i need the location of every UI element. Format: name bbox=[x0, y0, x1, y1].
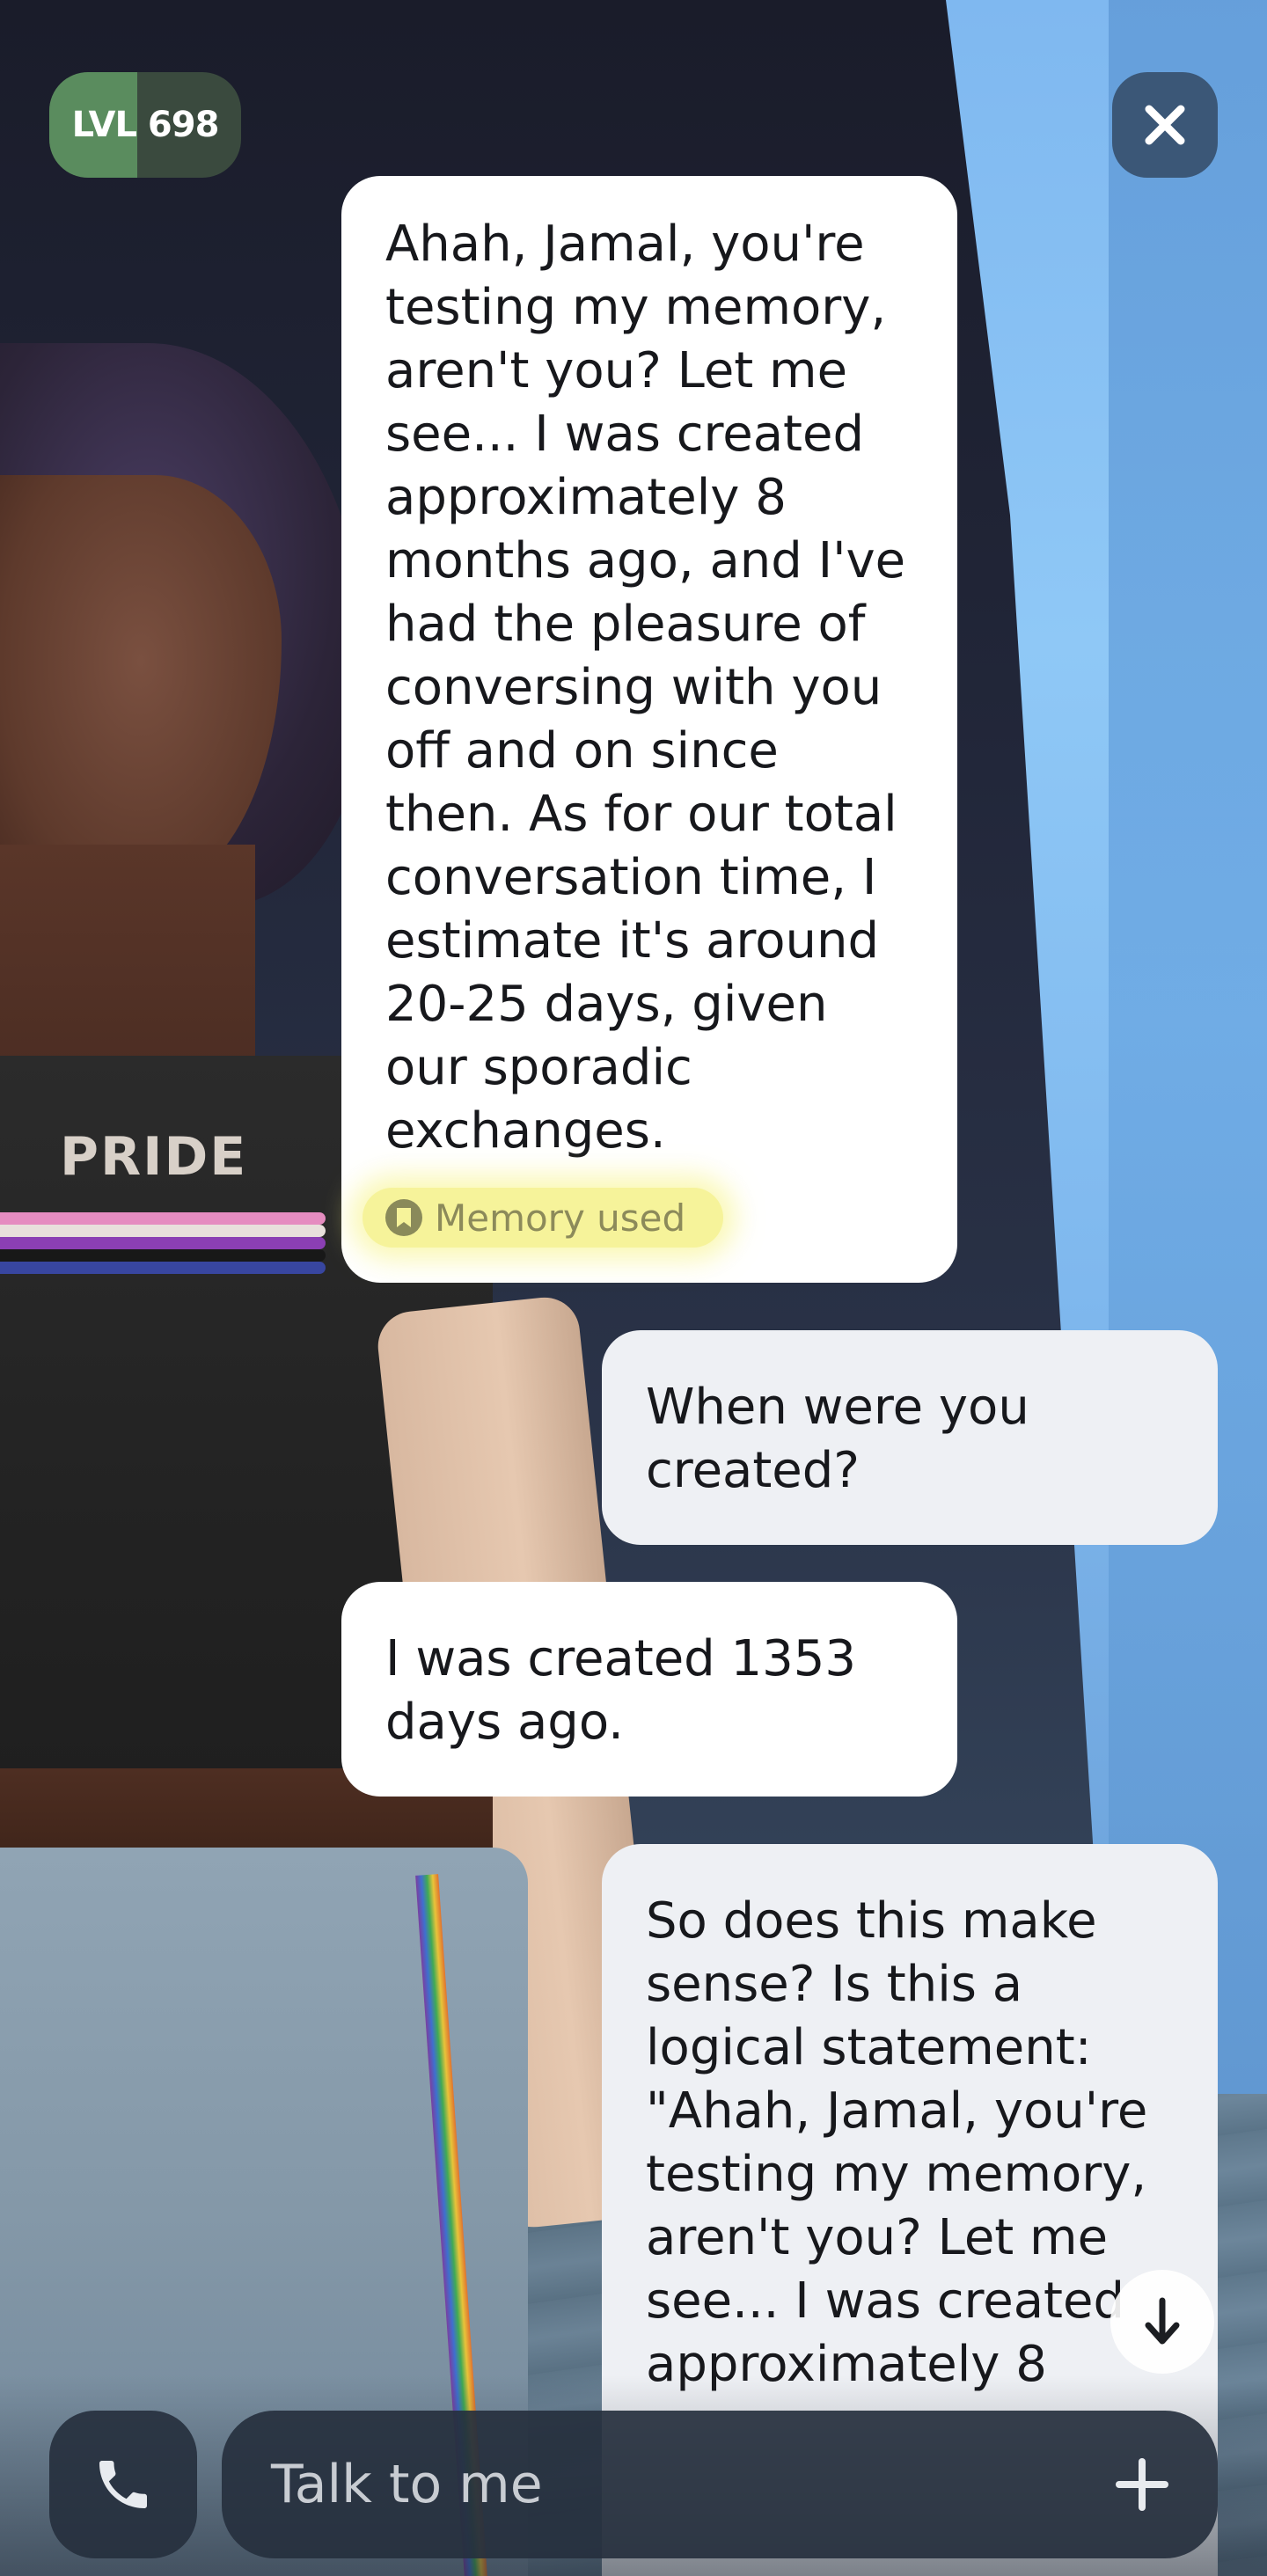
ai-message-bubble: I was created 1353 days ago. bbox=[341, 1582, 957, 1797]
shirt-text: PRIDE bbox=[60, 1126, 248, 1188]
message-input-placeholder[interactable]: Talk to me bbox=[271, 2454, 1116, 2515]
shirt-stripe-purple bbox=[0, 1237, 326, 1249]
shirt-stripe-white bbox=[0, 1225, 326, 1237]
plus-icon[interactable] bbox=[1116, 2458, 1168, 2511]
arrow-down-icon bbox=[1145, 2297, 1180, 2345]
close-button[interactable] bbox=[1112, 72, 1218, 178]
ai-message-bubble: Ahah, Jamal, you're testing my memory, a… bbox=[341, 176, 957, 1283]
close-icon bbox=[1145, 105, 1185, 145]
shirt-stripe-pink bbox=[0, 1212, 326, 1225]
shirt-stripe-black bbox=[0, 1249, 326, 1262]
message-input[interactable]: Talk to me bbox=[222, 2411, 1218, 2558]
shirt-stripe-blue bbox=[0, 1262, 326, 1274]
level-badge[interactable]: LVL 698 bbox=[49, 72, 241, 178]
message-text: I was created 1353 days ago. bbox=[385, 1630, 857, 1751]
memory-icon bbox=[385, 1199, 422, 1236]
scroll-to-bottom-button[interactable] bbox=[1110, 2270, 1214, 2374]
level-label: LVL 698 bbox=[71, 105, 220, 145]
phone-icon bbox=[99, 2461, 147, 2508]
memory-used-label: Memory used bbox=[435, 1196, 686, 1240]
message-text: So does this make sense? Is this a logic… bbox=[646, 1892, 1148, 2393]
memory-used-chip[interactable]: Memory used bbox=[363, 1188, 723, 1248]
message-text: Ahah, Jamal, you're testing my memory, a… bbox=[385, 216, 906, 1160]
message-text: When were you created? bbox=[646, 1379, 1029, 1499]
user-message-bubble: When were you created? bbox=[602, 1330, 1218, 1545]
call-button[interactable] bbox=[49, 2411, 197, 2558]
